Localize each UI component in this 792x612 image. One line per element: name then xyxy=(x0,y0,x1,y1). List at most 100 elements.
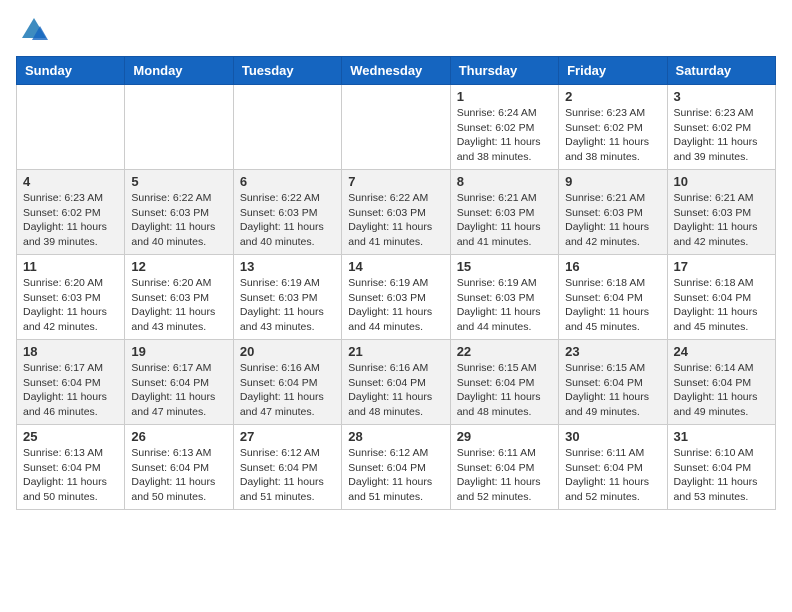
calendar-cell: 19 Sunrise: 6:17 AM Sunset: 6:04 PM Dayli… xyxy=(125,340,233,425)
calendar-cell: 30 Sunrise: 6:11 AM Sunset: 6:04 PM Dayli… xyxy=(559,425,667,510)
day-number: 16 xyxy=(565,259,660,274)
day-number: 24 xyxy=(674,344,769,359)
cell-content: Sunrise: 6:18 AM Sunset: 6:04 PM Dayligh… xyxy=(565,276,660,335)
day-number: 12 xyxy=(131,259,226,274)
calendar-cell xyxy=(125,85,233,170)
day-of-week-header: Friday xyxy=(559,57,667,85)
calendar-cell: 4Sunrise: 6:23 AM Sunset: 6:02 PM Daylig… xyxy=(17,170,125,255)
cell-content: Sunrise: 6:10 AM Sunset: 6:04 PM Dayligh… xyxy=(674,446,769,505)
cell-content: Sunrise: 6:24 AM Sunset: 6:02 PM Dayligh… xyxy=(457,106,552,165)
calendar-cell: 16 Sunrise: 6:18 AM Sunset: 6:04 PM Dayli… xyxy=(559,255,667,340)
day-number: 18 xyxy=(23,344,118,359)
calendar-cell: 5Sunrise: 6:22 AM Sunset: 6:03 PM Daylig… xyxy=(125,170,233,255)
cell-content: Sunrise: 6:16 AM Sunset: 6:04 PM Dayligh… xyxy=(348,361,443,420)
calendar-cell: 22 Sunrise: 6:15 AM Sunset: 6:04 PM Dayli… xyxy=(450,340,558,425)
day-of-week-header: Thursday xyxy=(450,57,558,85)
day-number: 28 xyxy=(348,429,443,444)
day-number: 31 xyxy=(674,429,769,444)
calendar-week-row: 4Sunrise: 6:23 AM Sunset: 6:02 PM Daylig… xyxy=(17,170,776,255)
cell-content: Sunrise: 6:17 AM Sunset: 6:04 PM Dayligh… xyxy=(23,361,118,420)
calendar-cell: 10Sunrise: 6:21 AM Sunset: 6:03 PM Dayli… xyxy=(667,170,775,255)
day-number: 13 xyxy=(240,259,335,274)
calendar-cell: 21 Sunrise: 6:16 AM Sunset: 6:04 PM Dayli… xyxy=(342,340,450,425)
cell-content: Sunrise: 6:15 AM Sunset: 6:04 PM Dayligh… xyxy=(457,361,552,420)
day-number: 22 xyxy=(457,344,552,359)
calendar-cell: 3 Sunrise: 6:23 AM Sunset: 6:02 PM Daylig… xyxy=(667,85,775,170)
calendar-cell: 7Sunrise: 6:22 AM Sunset: 6:03 PM Daylig… xyxy=(342,170,450,255)
day-number: 15 xyxy=(457,259,552,274)
day-number: 19 xyxy=(131,344,226,359)
day-number: 7 xyxy=(348,174,443,189)
cell-content: Sunrise: 6:22 AM Sunset: 6:03 PM Dayligh… xyxy=(240,191,335,250)
cell-content: Sunrise: 6:11 AM Sunset: 6:04 PM Dayligh… xyxy=(565,446,660,505)
cell-content: Sunrise: 6:13 AM Sunset: 6:04 PM Dayligh… xyxy=(131,446,226,505)
cell-content: Sunrise: 6:17 AM Sunset: 6:04 PM Dayligh… xyxy=(131,361,226,420)
calendar-week-row: 18 Sunrise: 6:17 AM Sunset: 6:04 PM Dayli… xyxy=(17,340,776,425)
calendar-cell: 1 Sunrise: 6:24 AM Sunset: 6:02 PM Daylig… xyxy=(450,85,558,170)
day-of-week-header: Monday xyxy=(125,57,233,85)
calendar-cell: 28 Sunrise: 6:12 AM Sunset: 6:04 PM Dayli… xyxy=(342,425,450,510)
cell-content: Sunrise: 6:12 AM Sunset: 6:04 PM Dayligh… xyxy=(240,446,335,505)
cell-content: Sunrise: 6:18 AM Sunset: 6:04 PM Dayligh… xyxy=(674,276,769,335)
calendar-cell: 11 Sunrise: 6:20 AM Sunset: 6:03 PM Dayli… xyxy=(17,255,125,340)
day-number: 8 xyxy=(457,174,552,189)
cell-content: Sunrise: 6:15 AM Sunset: 6:04 PM Dayligh… xyxy=(565,361,660,420)
cell-content: Sunrise: 6:16 AM Sunset: 6:04 PM Dayligh… xyxy=(240,361,335,420)
calendar-cell: 26 Sunrise: 6:13 AM Sunset: 6:04 PM Dayli… xyxy=(125,425,233,510)
calendar-cell: 20 Sunrise: 6:16 AM Sunset: 6:04 PM Dayli… xyxy=(233,340,341,425)
calendar-week-row: 1 Sunrise: 6:24 AM Sunset: 6:02 PM Daylig… xyxy=(17,85,776,170)
calendar-cell: 24 Sunrise: 6:14 AM Sunset: 6:04 PM Dayli… xyxy=(667,340,775,425)
calendar-week-row: 25 Sunrise: 6:13 AM Sunset: 6:04 PM Dayli… xyxy=(17,425,776,510)
day-number: 17 xyxy=(674,259,769,274)
day-number: 14 xyxy=(348,259,443,274)
calendar-cell: 27 Sunrise: 6:12 AM Sunset: 6:04 PM Dayli… xyxy=(233,425,341,510)
day-number: 26 xyxy=(131,429,226,444)
cell-content: Sunrise: 6:20 AM Sunset: 6:03 PM Dayligh… xyxy=(23,276,118,335)
day-number: 11 xyxy=(23,259,118,274)
calendar-cell: 2 Sunrise: 6:23 AM Sunset: 6:02 PM Daylig… xyxy=(559,85,667,170)
cell-content: Sunrise: 6:14 AM Sunset: 6:04 PM Dayligh… xyxy=(674,361,769,420)
day-number: 1 xyxy=(457,89,552,104)
day-number: 3 xyxy=(674,89,769,104)
calendar-week-row: 11 Sunrise: 6:20 AM Sunset: 6:03 PM Dayli… xyxy=(17,255,776,340)
calendar-cell xyxy=(17,85,125,170)
calendar-cell: 14 Sunrise: 6:19 AM Sunset: 6:03 PM Dayli… xyxy=(342,255,450,340)
calendar-cell: 15 Sunrise: 6:19 AM Sunset: 6:03 PM Dayli… xyxy=(450,255,558,340)
calendar-cell: 17 Sunrise: 6:18 AM Sunset: 6:04 PM Dayli… xyxy=(667,255,775,340)
day-of-week-header: Saturday xyxy=(667,57,775,85)
day-number: 20 xyxy=(240,344,335,359)
day-of-week-header: Sunday xyxy=(17,57,125,85)
logo-icon xyxy=(20,16,48,44)
cell-content: Sunrise: 6:21 AM Sunset: 6:03 PM Dayligh… xyxy=(457,191,552,250)
cell-content: Sunrise: 6:21 AM Sunset: 6:03 PM Dayligh… xyxy=(674,191,769,250)
day-number: 25 xyxy=(23,429,118,444)
page-header xyxy=(16,16,776,44)
day-number: 6 xyxy=(240,174,335,189)
calendar-header-row: SundayMondayTuesdayWednesdayThursdayFrid… xyxy=(17,57,776,85)
calendar-cell: 9Sunrise: 6:21 AM Sunset: 6:03 PM Daylig… xyxy=(559,170,667,255)
day-number: 5 xyxy=(131,174,226,189)
day-number: 30 xyxy=(565,429,660,444)
logo xyxy=(16,16,48,44)
cell-content: Sunrise: 6:20 AM Sunset: 6:03 PM Dayligh… xyxy=(131,276,226,335)
day-number: 2 xyxy=(565,89,660,104)
cell-content: Sunrise: 6:11 AM Sunset: 6:04 PM Dayligh… xyxy=(457,446,552,505)
cell-content: Sunrise: 6:23 AM Sunset: 6:02 PM Dayligh… xyxy=(674,106,769,165)
day-of-week-header: Tuesday xyxy=(233,57,341,85)
cell-content: Sunrise: 6:12 AM Sunset: 6:04 PM Dayligh… xyxy=(348,446,443,505)
cell-content: Sunrise: 6:23 AM Sunset: 6:02 PM Dayligh… xyxy=(565,106,660,165)
cell-content: Sunrise: 6:13 AM Sunset: 6:04 PM Dayligh… xyxy=(23,446,118,505)
calendar-cell: 31 Sunrise: 6:10 AM Sunset: 6:04 PM Dayli… xyxy=(667,425,775,510)
cell-content: Sunrise: 6:19 AM Sunset: 6:03 PM Dayligh… xyxy=(240,276,335,335)
calendar-cell: 8 Sunrise: 6:21 AM Sunset: 6:03 PM Daylig… xyxy=(450,170,558,255)
cell-content: Sunrise: 6:19 AM Sunset: 6:03 PM Dayligh… xyxy=(457,276,552,335)
calendar-cell: 25 Sunrise: 6:13 AM Sunset: 6:04 PM Dayli… xyxy=(17,425,125,510)
cell-content: Sunrise: 6:19 AM Sunset: 6:03 PM Dayligh… xyxy=(348,276,443,335)
day-number: 21 xyxy=(348,344,443,359)
calendar-cell: 29Sunrise: 6:11 AM Sunset: 6:04 PM Dayli… xyxy=(450,425,558,510)
day-number: 27 xyxy=(240,429,335,444)
day-number: 4 xyxy=(23,174,118,189)
day-of-week-header: Wednesday xyxy=(342,57,450,85)
calendar-cell: 12 Sunrise: 6:20 AM Sunset: 6:03 PM Dayli… xyxy=(125,255,233,340)
calendar-table: SundayMondayTuesdayWednesdayThursdayFrid… xyxy=(16,56,776,510)
